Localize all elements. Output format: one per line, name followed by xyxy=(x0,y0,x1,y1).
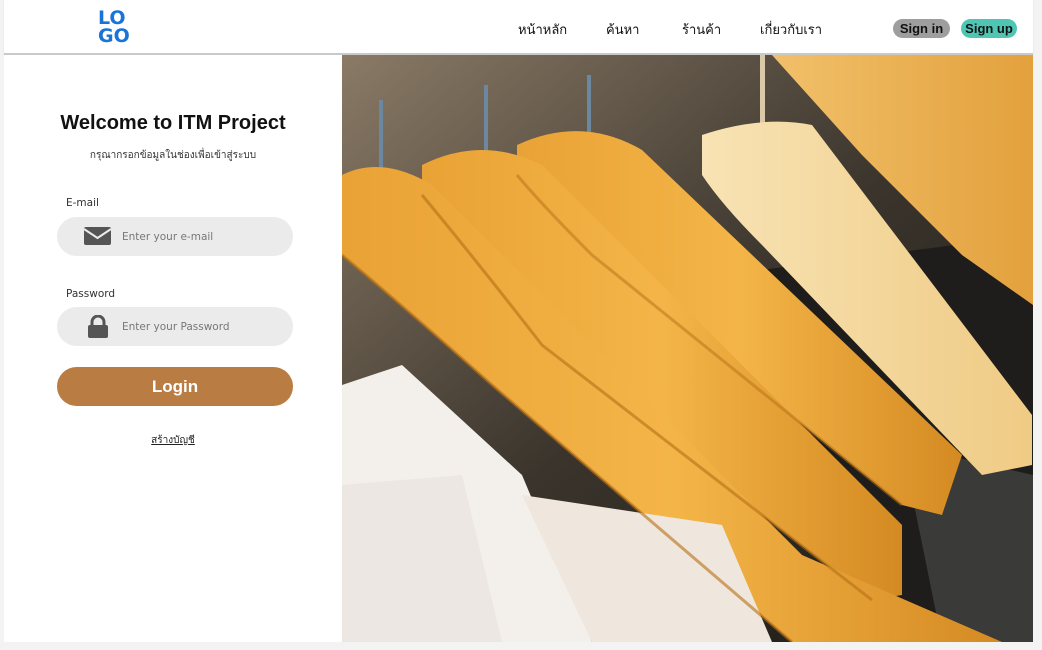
sign-up-button[interactable]: Sign up xyxy=(961,19,1017,38)
clothes-hangers-photo xyxy=(342,55,1033,642)
email-field[interactable] xyxy=(57,217,293,256)
create-account-link[interactable]: สร้างบัญชี xyxy=(4,433,342,448)
lock-icon xyxy=(87,314,109,339)
email-label: E-mail xyxy=(66,197,99,209)
password-field[interactable] xyxy=(57,307,293,346)
login-button[interactable]: Login xyxy=(57,367,293,406)
hero-image xyxy=(342,55,1033,642)
envelope-icon xyxy=(83,225,113,247)
nav-home[interactable]: หน้าหลัก xyxy=(518,19,567,40)
login-subtitle: กรุณากรอกข้อมูลในช่องเพื่อเข้าสู่ระบบ xyxy=(89,150,257,161)
password-input[interactable] xyxy=(122,307,282,346)
nav-about[interactable]: เกี่ยวกับเรา xyxy=(760,19,822,40)
logo[interactable]: LO GO xyxy=(98,9,138,48)
login-panel: Welcome to ITM Project กรุณากรอกข้อมูลใน… xyxy=(4,55,342,642)
login-title: Welcome to ITM Project xyxy=(60,112,286,134)
logo-line-2: GO xyxy=(98,25,130,47)
password-label: Password xyxy=(66,288,116,300)
sign-in-button[interactable]: Sign in xyxy=(893,19,950,38)
top-navbar: LO GO หน้าหลัก ค้นหา ร้านค้า เกี่ยวกับเร… xyxy=(4,0,1033,55)
nav-shop[interactable]: ร้านค้า xyxy=(682,19,721,40)
email-input[interactable] xyxy=(122,217,282,256)
app-frame: LO GO หน้าหลัก ค้นหา ร้านค้า เกี่ยวกับเร… xyxy=(4,0,1033,642)
nav-search[interactable]: ค้นหา xyxy=(606,19,639,40)
